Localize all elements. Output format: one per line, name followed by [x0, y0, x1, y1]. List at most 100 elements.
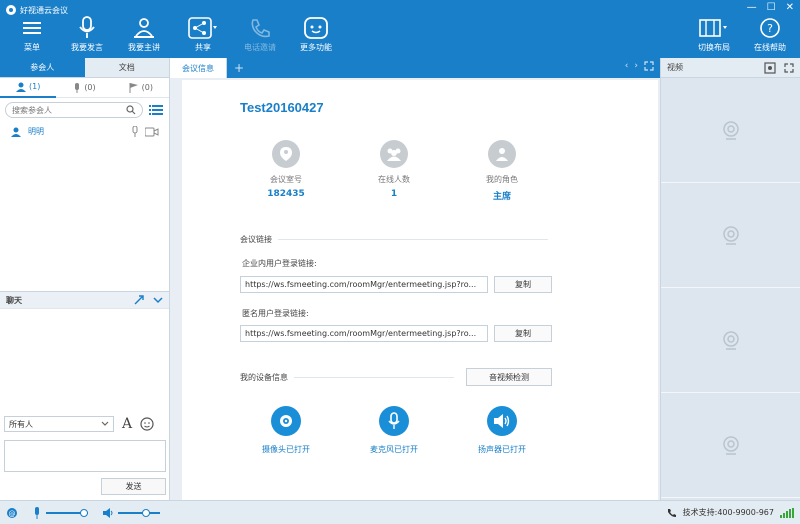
- speaker-icon: [494, 414, 510, 428]
- list-item[interactable]: 明明: [0, 122, 169, 141]
- maximize-icon[interactable]: ☐: [767, 2, 776, 13]
- help-icon: ?: [760, 18, 780, 38]
- webcam-icon: [722, 435, 739, 455]
- chevron-left-icon[interactable]: ‹: [625, 61, 629, 71]
- filter-all[interactable]: (1): [0, 78, 57, 98]
- add-tab-icon[interactable]: +: [227, 58, 251, 78]
- chat-controls: 所有人 A: [4, 416, 166, 432]
- group-icon: [387, 148, 401, 161]
- top-toolbar: 好视通云会议 — ☐ ✕ 菜单 我要发言 我要主讲 共享 电话邀请 更多功能 切…: [0, 0, 800, 58]
- av-check-button[interactable]: 音视频检测: [466, 368, 552, 386]
- device-section-header: 我的设备信息: [240, 372, 454, 383]
- camera-status[interactable]: 摄像头已打开: [246, 406, 326, 455]
- participant-filters: (1) (0) (0): [0, 78, 169, 98]
- network-status-icon: @: [7, 507, 17, 518]
- switch-layout-button[interactable]: 切换布局: [686, 14, 742, 53]
- participant-search[interactable]: [5, 102, 143, 118]
- copy-enterprise-link-button[interactable]: 复制: [494, 276, 552, 293]
- speaker-status[interactable]: 扬声器已打开: [462, 406, 542, 455]
- left-panel: 参会人 文档 (1) (0) (0) 明明 聊天: [0, 58, 170, 500]
- list-view-icon[interactable]: [149, 105, 163, 115]
- search-icon[interactable]: [126, 105, 136, 115]
- webcam-icon: [722, 330, 739, 350]
- fullscreen-icon[interactable]: [784, 62, 794, 73]
- tab-navigation: ‹ ›: [625, 61, 654, 71]
- mic-volume-slider[interactable]: [46, 508, 88, 517]
- user-icon: [15, 82, 26, 92]
- video-panel: 视频: [660, 58, 800, 500]
- svg-text:?: ?: [767, 22, 773, 35]
- support-phone: 技术支持:400-9900-967: [682, 508, 774, 517]
- mic-icon: [388, 412, 400, 429]
- chat-input[interactable]: [4, 440, 166, 472]
- filter-hand-raised[interactable]: (0): [113, 78, 169, 98]
- video-settings-icon[interactable]: [764, 61, 776, 74]
- video-slot[interactable]: [661, 184, 800, 288]
- member-name: 明明: [28, 127, 44, 136]
- enterprise-link-label: 企业内用户登录链接:: [242, 259, 317, 268]
- svg-text:@: @: [9, 510, 16, 518]
- status-bar: @ 技术支持:400-9900-967: [0, 500, 800, 524]
- presenter-icon: [134, 18, 154, 38]
- stat-my-role: 我的角色 主席: [462, 140, 542, 202]
- center-tabs: 会议信息 +: [170, 58, 660, 78]
- chat-header: 聊天: [0, 291, 169, 309]
- video-slot[interactable]: [661, 289, 800, 393]
- minimize-icon[interactable]: —: [747, 2, 757, 13]
- menu-button[interactable]: 菜单: [4, 14, 60, 53]
- anonymous-link-field[interactable]: https://ws.fsmeeting.com/roomMgr/enterme…: [240, 325, 488, 342]
- chevron-down-icon: [101, 421, 109, 426]
- chevron-right-icon[interactable]: ›: [634, 61, 638, 71]
- fullscreen-icon[interactable]: [644, 61, 654, 71]
- mic-icon: [75, 82, 80, 93]
- layout-icon: [699, 19, 727, 37]
- close-icon[interactable]: ✕: [786, 2, 794, 13]
- call-invite-button[interactable]: 电话邀请: [232, 14, 288, 53]
- more-features-button[interactable]: 更多功能: [288, 14, 344, 53]
- emoji-icon[interactable]: [140, 417, 154, 431]
- links-section-header: 会议链接: [240, 234, 548, 245]
- camera-icon[interactable]: [145, 127, 159, 137]
- recipient-select[interactable]: 所有人: [4, 416, 114, 432]
- camera-icon: [280, 415, 292, 427]
- filter-speaking[interactable]: (0): [56, 78, 112, 98]
- mic-icon[interactable]: [131, 126, 139, 137]
- microphone-status[interactable]: 麦克风已打开: [354, 406, 434, 455]
- center-panel: 会议信息 + ‹ › Test20160427 会议室号 182435 在线人数…: [170, 58, 660, 500]
- speaker-volume-slider[interactable]: [118, 508, 160, 517]
- copy-anonymous-link-button[interactable]: 复制: [494, 325, 552, 342]
- stat-room-number: 会议室号 182435: [246, 140, 326, 199]
- signal-strength-icon: [780, 507, 794, 518]
- anonymous-link-label: 匿名用户登录链接:: [242, 309, 309, 318]
- request-speak-button[interactable]: 我要发言: [59, 14, 115, 53]
- font-icon[interactable]: A: [122, 416, 132, 432]
- left-tabs: 参会人 文档: [0, 58, 169, 78]
- request-host-button[interactable]: 我要主讲: [116, 14, 172, 53]
- enterprise-link-field[interactable]: https://ws.fsmeeting.com/roomMgr/enterme…: [240, 276, 488, 293]
- popout-icon[interactable]: [133, 294, 145, 306]
- search-input[interactable]: [12, 105, 112, 115]
- tab-documents[interactable]: 文档: [84, 58, 169, 78]
- video-slot[interactable]: [661, 79, 800, 183]
- slider-knob[interactable]: [80, 508, 88, 517]
- chat-title: 聊天: [6, 295, 22, 305]
- speaker-icon[interactable]: [102, 507, 114, 519]
- send-button[interactable]: 发送: [101, 478, 166, 495]
- phone-icon: [667, 508, 676, 517]
- online-help-button[interactable]: ? 在线帮助: [742, 14, 798, 53]
- video-slot[interactable]: [661, 394, 800, 498]
- tab-participants[interactable]: 参会人: [0, 58, 85, 78]
- slider-knob[interactable]: [142, 508, 150, 517]
- chevron-down-icon[interactable]: [153, 295, 163, 305]
- divider: [278, 239, 548, 240]
- person-icon: [496, 148, 508, 161]
- mic-icon[interactable]: [32, 506, 42, 519]
- tab-meeting-info[interactable]: 会议信息: [170, 58, 227, 78]
- video-header: 视频: [661, 58, 800, 78]
- stat-online-count: 在线人数 1: [354, 140, 434, 199]
- share-button[interactable]: 共享: [175, 14, 231, 53]
- webcam-icon: [722, 225, 739, 245]
- meeting-title: Test20160427: [240, 100, 324, 115]
- share-icon: [188, 17, 217, 39]
- flag-icon: [129, 82, 138, 93]
